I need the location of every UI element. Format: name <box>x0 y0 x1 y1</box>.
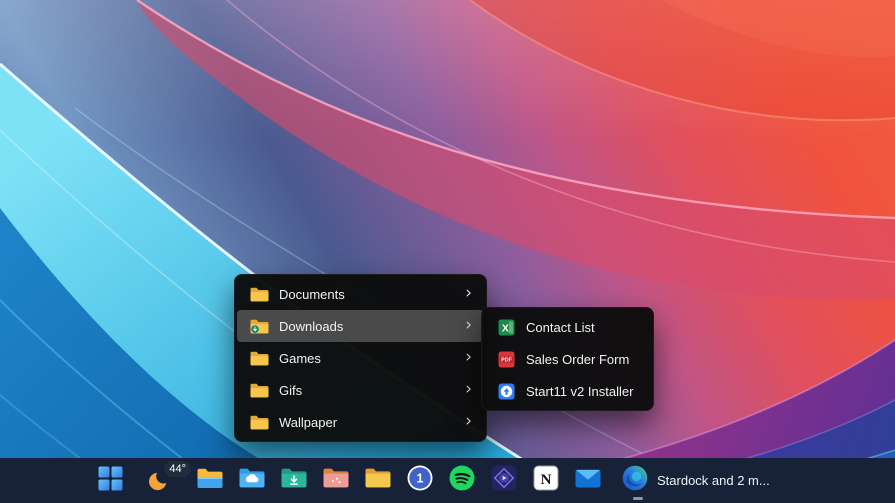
folder-icon <box>249 351 269 366</box>
menu-item-label: Games <box>279 351 455 366</box>
menu-item-games[interactable]: Games › <box>237 342 484 374</box>
taskbar-clipchamp[interactable] <box>484 461 524 501</box>
chevron-right-icon: › <box>465 285 472 302</box>
taskbar-spotify[interactable] <box>442 461 482 501</box>
downloads-submenu: X Contact List PDF Sales Order Form <box>481 307 654 411</box>
weather-widget[interactable]: 44° <box>138 461 188 501</box>
start-button[interactable] <box>90 461 130 501</box>
downloads-folder-icon <box>281 468 307 493</box>
spotify-icon <box>449 465 475 496</box>
file-explorer-icon <box>197 468 223 494</box>
menu-item-documents[interactable]: Documents › <box>237 278 484 310</box>
start11-folder-menu: Documents › Downloads › Games › <box>234 274 487 442</box>
svg-text:N: N <box>541 472 552 488</box>
menu-item-label: Sales Order Form <box>526 352 639 367</box>
submenu-item-contact-list[interactable]: X Contact List <box>484 311 651 343</box>
taskbar-notion[interactable]: N <box>526 461 566 501</box>
chevron-right-icon: › <box>465 381 472 398</box>
mail-icon <box>575 469 601 493</box>
menu-item-label: Start11 v2 Installer <box>526 384 639 399</box>
pdf-file-icon: PDF <box>496 351 516 368</box>
chevron-right-icon: › <box>465 349 472 366</box>
folder-download-icon <box>249 319 269 334</box>
windows-logo-icon <box>98 466 123 496</box>
taskbar-1password[interactable]: 1 <box>400 461 440 501</box>
folder-icon <box>249 415 269 430</box>
taskbar-downloads-folder[interactable] <box>274 461 314 501</box>
start11-installer-icon <box>496 383 516 400</box>
edge-icon <box>622 465 648 496</box>
pictures-folder-icon <box>323 468 349 493</box>
submenu-item-start11-installer[interactable]: Start11 v2 Installer <box>484 375 651 407</box>
taskbar-edge[interactable]: Stardock and 2 m... <box>610 461 782 501</box>
menu-item-label: Contact List <box>526 320 639 335</box>
taskbar: 44° <box>0 458 895 503</box>
menu-item-label: Gifs <box>279 383 455 398</box>
chevron-right-icon: › <box>465 317 472 334</box>
taskbar-file-explorer[interactable] <box>190 461 230 501</box>
svg-text:1: 1 <box>417 472 424 486</box>
notion-icon: N <box>533 465 559 496</box>
edge-tab-label: Stardock and 2 m... <box>657 473 770 488</box>
desktop: Documents › Downloads › Games › <box>0 0 895 503</box>
clipchamp-icon <box>491 465 517 496</box>
svg-text:PDF: PDF <box>501 357 512 363</box>
submenu-item-sales-order-form[interactable]: PDF Sales Order Form <box>484 343 651 375</box>
taskbar-onedrive-folder[interactable] <box>232 461 272 501</box>
svg-text:X: X <box>501 322 508 334</box>
excel-file-icon: X <box>496 319 516 336</box>
running-app-indicator <box>633 497 643 500</box>
menu-item-label: Wallpaper <box>279 415 455 430</box>
chevron-right-icon: › <box>465 413 472 430</box>
folder-icon <box>249 287 269 302</box>
1password-icon: 1 <box>407 465 433 496</box>
menu-item-label: Documents <box>279 287 455 302</box>
menu-item-gifs[interactable]: Gifs › <box>237 374 484 406</box>
yellow-folder-icon <box>365 468 391 493</box>
menu-item-wallpaper[interactable]: Wallpaper › <box>237 406 484 438</box>
menu-item-label: Downloads <box>279 319 455 334</box>
folder-icon <box>249 383 269 398</box>
menu-item-downloads[interactable]: Downloads › <box>237 310 484 342</box>
cloud-folder-icon <box>239 468 265 493</box>
taskbar-mail[interactable] <box>568 461 608 501</box>
temperature-badge: 44° <box>164 461 191 477</box>
taskbar-documents-folder[interactable] <box>358 461 398 501</box>
taskbar-pictures-folder[interactable] <box>316 461 356 501</box>
